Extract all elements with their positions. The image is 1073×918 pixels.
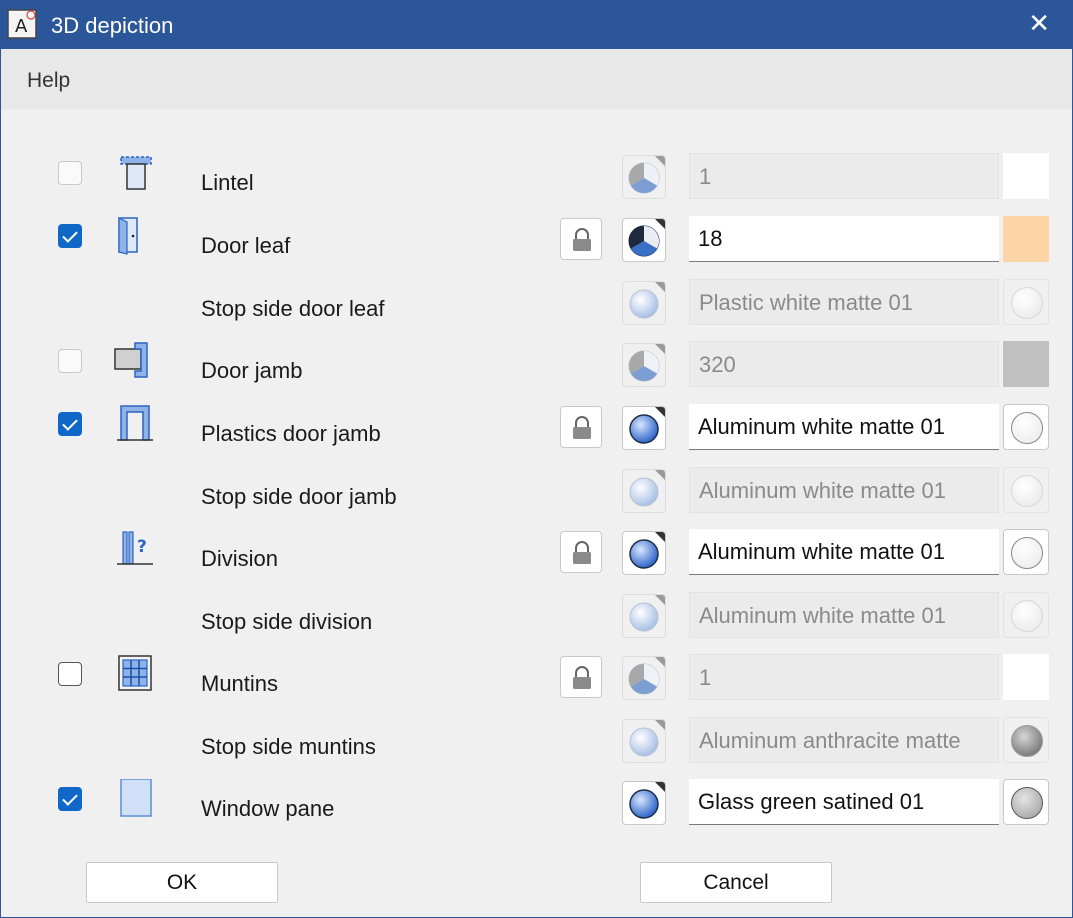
row-stop-side-door-leaf: Stop side door leaf Plastic white matte … [1, 279, 1072, 331]
row-label: Division [201, 546, 279, 571]
row-stop-side-door-jamb: Stop side door jamb Aluminum white matte… [1, 467, 1072, 519]
material-swatch [1003, 592, 1049, 638]
surface-mode-button [622, 281, 666, 325]
sphere-icon [629, 789, 659, 819]
row-label: Plastics door jamb [201, 421, 381, 446]
row-door-jamb: Door jamb 320 [1, 341, 1072, 393]
sphere-icon [629, 414, 659, 444]
material-swatch [1003, 717, 1049, 763]
sphere-icon [629, 727, 659, 757]
pie-icon [628, 162, 660, 194]
row-label: Door leaf [201, 233, 291, 258]
window-title: 3D depiction [51, 13, 174, 38]
row-door-leaf: Door leaf 18 [1, 216, 1072, 268]
value-field: 320 [689, 341, 999, 387]
lock-icon [573, 666, 591, 689]
svg-text:?: ? [137, 537, 147, 557]
lock-button[interactable] [560, 406, 602, 448]
material-swatch [1003, 279, 1049, 325]
value-field: Aluminum anthracite matte [689, 717, 999, 763]
app-icon: A [7, 9, 37, 39]
surface-mode-button[interactable] [622, 781, 666, 825]
pie-icon [628, 350, 660, 382]
value-field[interactable]: Glass green satined 01 [689, 779, 999, 825]
row-label: Window pane [201, 796, 335, 821]
surface-mode-button [622, 656, 666, 700]
surface-mode-button [622, 594, 666, 638]
surface-mode-button[interactable] [622, 218, 666, 262]
door-jamb-checkbox[interactable] [58, 349, 82, 373]
surface-mode-button[interactable] [622, 406, 666, 450]
row-label: Lintel [201, 170, 254, 195]
window-pane-checkbox[interactable] [58, 787, 82, 811]
value-field: Plastic white matte 01 [689, 279, 999, 325]
row-lintel: Lintel 1 [1, 153, 1072, 205]
sphere-icon [629, 289, 659, 319]
title-bar: A 3D depiction ✕ [1, 1, 1072, 49]
dialog-window: A 3D depiction ✕ Help Lintel 1 Door leaf… [0, 0, 1073, 918]
lock-button[interactable] [560, 531, 602, 573]
lock-icon [573, 228, 591, 251]
plastics-door-jamb-icon [117, 405, 153, 441]
close-icon[interactable]: ✕ [1028, 9, 1050, 37]
material-swatch [1003, 467, 1049, 513]
lintel-icon [120, 156, 152, 190]
door-jamb-icon [114, 342, 148, 378]
row-label: Stop side door jamb [201, 484, 397, 509]
plastics-door-jamb-checkbox[interactable] [58, 412, 82, 436]
row-division: ? Division Aluminum white matte 01 [1, 529, 1072, 581]
lock-icon [573, 416, 591, 439]
surface-mode-button [622, 469, 666, 513]
row-muntins: Muntins 1 [1, 654, 1072, 706]
sphere-icon [629, 539, 659, 569]
svg-text:A: A [15, 16, 28, 37]
lock-icon [573, 541, 591, 564]
lock-button[interactable] [560, 656, 602, 698]
ok-button[interactable]: OK [86, 862, 278, 903]
surface-mode-button[interactable] [622, 531, 666, 575]
color-swatch[interactable] [1003, 216, 1049, 262]
row-stop-side-division: Stop side division Aluminum white matte … [1, 592, 1072, 644]
surface-mode-button [622, 155, 666, 199]
division-icon: ? [117, 531, 153, 565]
surface-mode-button [622, 343, 666, 387]
sphere-icon [629, 602, 659, 632]
door-leaf-icon [118, 217, 138, 255]
value-field[interactable]: Aluminum white matte 01 [689, 529, 999, 575]
value-field: Aluminum white matte 01 [689, 592, 999, 638]
row-label: Muntins [201, 671, 279, 696]
cancel-button[interactable]: Cancel [640, 862, 832, 903]
color-swatch [1003, 153, 1049, 199]
muntins-icon [118, 655, 152, 691]
window-pane-icon [120, 779, 152, 817]
value-field[interactable]: 18 [689, 216, 999, 262]
row-label: Door jamb [201, 358, 303, 383]
row-plastics-door-jamb: Plastics door jamb Aluminum white matte … [1, 404, 1072, 456]
row-label: Stop side door leaf [201, 296, 385, 321]
row-stop-side-muntins: Stop side muntins Aluminum anthracite ma… [1, 717, 1072, 769]
lintel-checkbox[interactable] [58, 161, 82, 185]
lock-button[interactable] [560, 218, 602, 260]
menu-bar: Help [1, 49, 1072, 109]
material-swatch[interactable] [1003, 404, 1049, 450]
menu-help[interactable]: Help [27, 69, 70, 93]
value-field[interactable]: Aluminum white matte 01 [689, 404, 999, 450]
surface-mode-button [622, 719, 666, 763]
row-label: Stop side muntins [201, 734, 376, 759]
color-swatch [1003, 654, 1049, 700]
value-field: Aluminum white matte 01 [689, 467, 999, 513]
pie-icon [628, 225, 660, 257]
material-swatch[interactable] [1003, 529, 1049, 575]
sphere-icon [629, 477, 659, 507]
row-label: Stop side division [201, 609, 373, 634]
color-swatch [1003, 341, 1049, 387]
value-field: 1 [689, 654, 999, 700]
muntins-checkbox[interactable] [58, 662, 82, 686]
value-field: 1 [689, 153, 999, 199]
row-window-pane: Window pane Glass green satined 01 [1, 779, 1072, 831]
door-leaf-checkbox[interactable] [58, 224, 82, 248]
material-swatch[interactable] [1003, 779, 1049, 825]
pie-icon [628, 663, 660, 695]
